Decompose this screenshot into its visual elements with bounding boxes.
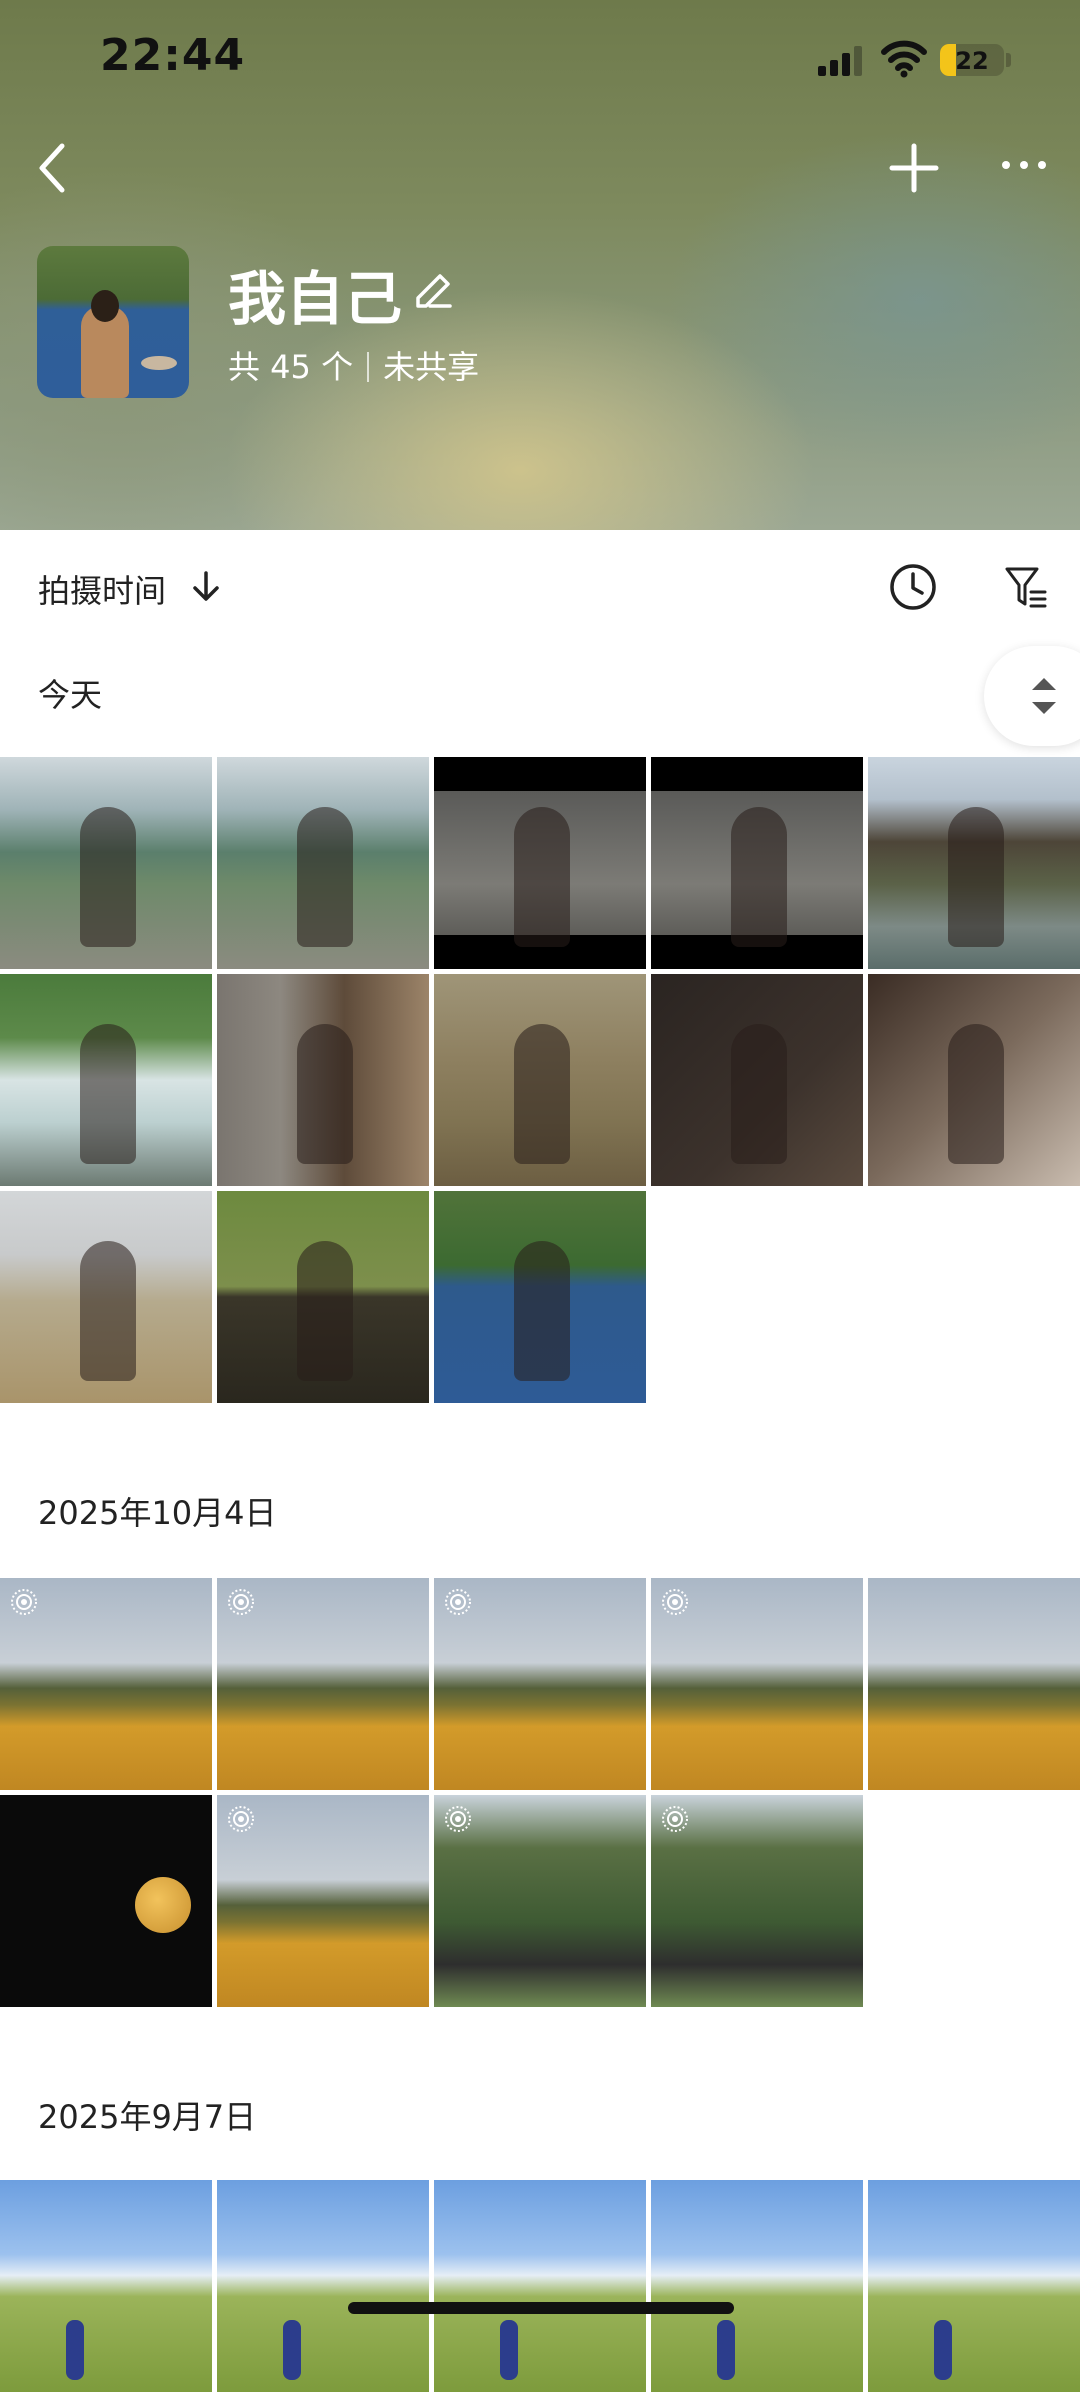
photo-thumbnail[interactable]: [217, 757, 429, 969]
battery-level: 22: [955, 47, 989, 75]
photo-thumbnail[interactable]: [217, 1191, 429, 1403]
person-figure: [283, 2320, 301, 2380]
person-figure: [731, 1024, 787, 1164]
photo-thumbnail[interactable]: [434, 974, 646, 1186]
photo-thumbnail[interactable]: [0, 1795, 212, 2007]
sort-bar: 拍摄时间: [0, 530, 1080, 640]
photo-thumbnail[interactable]: [651, 1795, 863, 2007]
person-figure: [717, 2320, 735, 2380]
live-photo-icon: [444, 1805, 472, 1833]
plus-icon[interactable]: [884, 138, 944, 198]
photo-thumbnail[interactable]: [0, 2180, 212, 2392]
person-figure: [297, 1241, 353, 1381]
status-bar: 22:44 22: [0, 0, 1080, 120]
photo-thumbnail[interactable]: [868, 2180, 1080, 2392]
status-time: 22:44: [100, 30, 246, 81]
photo-thumbnail[interactable]: [217, 1578, 429, 1790]
photo-thumbnail[interactable]: [868, 757, 1080, 969]
person-figure: [80, 1241, 136, 1381]
edit-icon[interactable]: [410, 264, 456, 310]
person-figure: [934, 2320, 952, 2380]
scroll-handle[interactable]: [984, 646, 1080, 746]
photo-thumbnail[interactable]: [651, 2180, 863, 2392]
person-figure: [514, 1241, 570, 1381]
person-figure: [500, 2320, 518, 2380]
section-date: 2025年10月4日: [38, 1494, 277, 1532]
person-figure: [731, 807, 787, 947]
live-photo-icon: [661, 1805, 689, 1833]
photo-thumbnail[interactable]: [868, 974, 1080, 1186]
moon: [135, 1877, 191, 1933]
person-figure: [514, 807, 570, 947]
cellular-signal-icon: [818, 44, 864, 76]
live-photo-icon: [227, 1805, 255, 1833]
wifi-icon: [881, 40, 927, 78]
photo-thumbnail[interactable]: [651, 1578, 863, 1790]
photo-thumbnail[interactable]: [868, 1578, 1080, 1790]
photo-thumbnail[interactable]: [0, 974, 212, 1186]
photo-thumbnail[interactable]: [434, 1578, 646, 1790]
album-header: 22:44 22 我自己 共 45 个 未共享: [0, 0, 1080, 530]
photo-thumbnail[interactable]: [651, 757, 863, 969]
person-figure: [80, 1024, 136, 1164]
photo-grid: [0, 1578, 1080, 2007]
battery-icon: 22: [940, 44, 1004, 76]
live-photo-icon: [444, 1588, 472, 1616]
person-figure: [948, 807, 1004, 947]
album-meta: 共 45 个未共享: [228, 342, 479, 388]
album-cover[interactable]: [37, 246, 189, 398]
live-photo-icon: [227, 1588, 255, 1616]
photo-thumbnail[interactable]: [217, 1795, 429, 2007]
photo-thumbnail[interactable]: [0, 757, 212, 969]
arrow-down-icon[interactable]: [190, 570, 222, 602]
share-status[interactable]: 未共享: [383, 348, 479, 386]
photo-thumbnail[interactable]: [217, 974, 429, 1186]
person-figure: [297, 1024, 353, 1164]
person-figure: [948, 1024, 1004, 1164]
photo-count: 共 45 个: [228, 348, 354, 386]
photo-grid: [0, 757, 1080, 1403]
scroll-handle-icon: [1032, 678, 1056, 714]
live-photo-icon: [10, 1588, 38, 1616]
sort-label[interactable]: 拍摄时间: [38, 566, 166, 612]
chevron-left-icon[interactable]: [28, 138, 76, 198]
photo-grid: [0, 2180, 1080, 2392]
photo-thumbnail[interactable]: [0, 1191, 212, 1403]
section-date: 今天: [38, 676, 103, 714]
photo-thumbnail[interactable]: [434, 1795, 646, 2007]
person-figure: [297, 807, 353, 947]
person-figure: [514, 1024, 570, 1164]
photo-thumbnail[interactable]: [651, 974, 863, 1186]
album-title: 我自己: [228, 265, 403, 333]
ellipsis-icon[interactable]: [1000, 150, 1048, 180]
photo-thumbnail[interactable]: [434, 1191, 646, 1403]
home-indicator: [348, 2302, 734, 2314]
clock-icon[interactable]: [888, 562, 938, 612]
filter-icon[interactable]: [1004, 564, 1048, 610]
photo-thumbnail[interactable]: [434, 2180, 646, 2392]
photo-thumbnail[interactable]: [217, 2180, 429, 2392]
photo-thumbnail[interactable]: [0, 1578, 212, 1790]
person-figure: [80, 807, 136, 947]
photo-thumbnail[interactable]: [434, 757, 646, 969]
person-figure: [66, 2320, 84, 2380]
section-date: 2025年9月7日: [38, 2098, 257, 2136]
battery-tip: [1006, 53, 1011, 67]
live-photo-icon: [661, 1588, 689, 1616]
